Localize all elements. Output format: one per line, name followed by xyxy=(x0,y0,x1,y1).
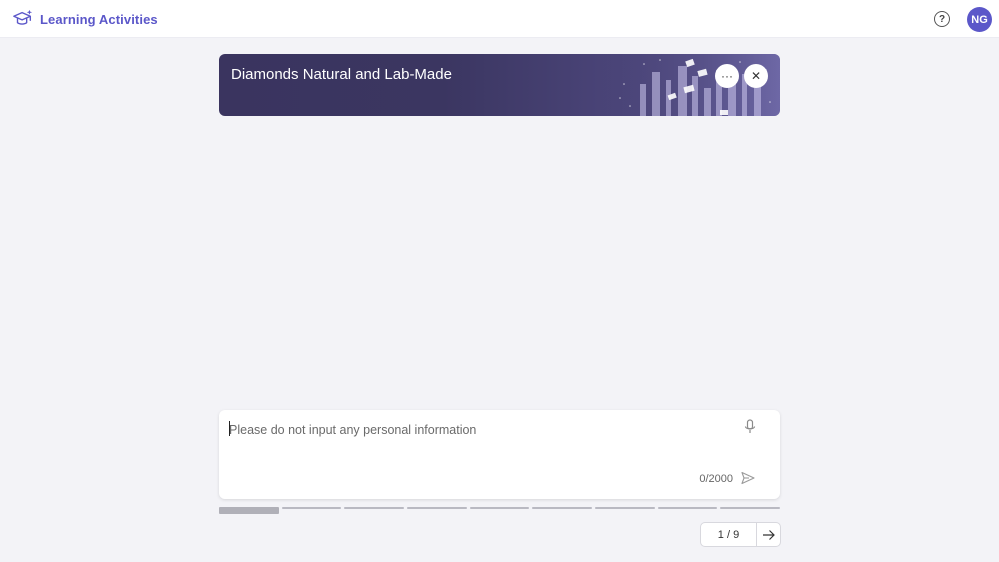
progress-segment xyxy=(532,507,593,509)
activity-title: Diamonds Natural and Lab-Made xyxy=(231,66,452,83)
graduation-cap-icon xyxy=(13,9,33,25)
character-counter: 0/2000 xyxy=(699,473,733,485)
next-button[interactable] xyxy=(757,523,780,546)
page-indicator: 1 / 9 xyxy=(717,528,740,541)
close-icon: ✕ xyxy=(750,69,762,83)
progress-segment xyxy=(219,507,279,514)
send-button[interactable] xyxy=(741,471,755,485)
progress-segment xyxy=(344,507,405,509)
avatar-initials: NG xyxy=(971,13,988,26)
activity-banner: Diamonds Natural and Lab-Made ··· ✕ xyxy=(219,54,780,116)
brand[interactable]: Learning Activities xyxy=(12,8,158,30)
message-composer: 0/2000 xyxy=(219,410,780,499)
send-icon xyxy=(741,471,755,485)
message-input[interactable] xyxy=(229,420,729,440)
question-circle-icon: ? xyxy=(938,13,946,25)
progress-segment xyxy=(720,507,781,509)
help-button[interactable]: ? xyxy=(934,11,950,27)
microphone-icon xyxy=(744,419,756,433)
microphone-button[interactable] xyxy=(743,419,757,435)
progress-segment xyxy=(657,507,718,509)
pager: 1 / 9 xyxy=(700,522,781,547)
step-progress xyxy=(219,507,781,515)
progress-segment xyxy=(407,507,467,509)
progress-segment xyxy=(595,507,655,509)
top-bar: Learning Activities ? NG xyxy=(0,0,999,38)
arrow-right-icon xyxy=(762,529,775,540)
more-options-button[interactable]: ··· xyxy=(715,64,739,88)
close-button[interactable]: ✕ xyxy=(744,64,768,88)
avatar[interactable]: NG xyxy=(967,7,992,32)
app-title: Learning Activities xyxy=(40,11,158,27)
progress-segment xyxy=(469,507,530,509)
more-options-icon: ··· xyxy=(721,69,733,83)
progress-segment xyxy=(281,507,342,509)
